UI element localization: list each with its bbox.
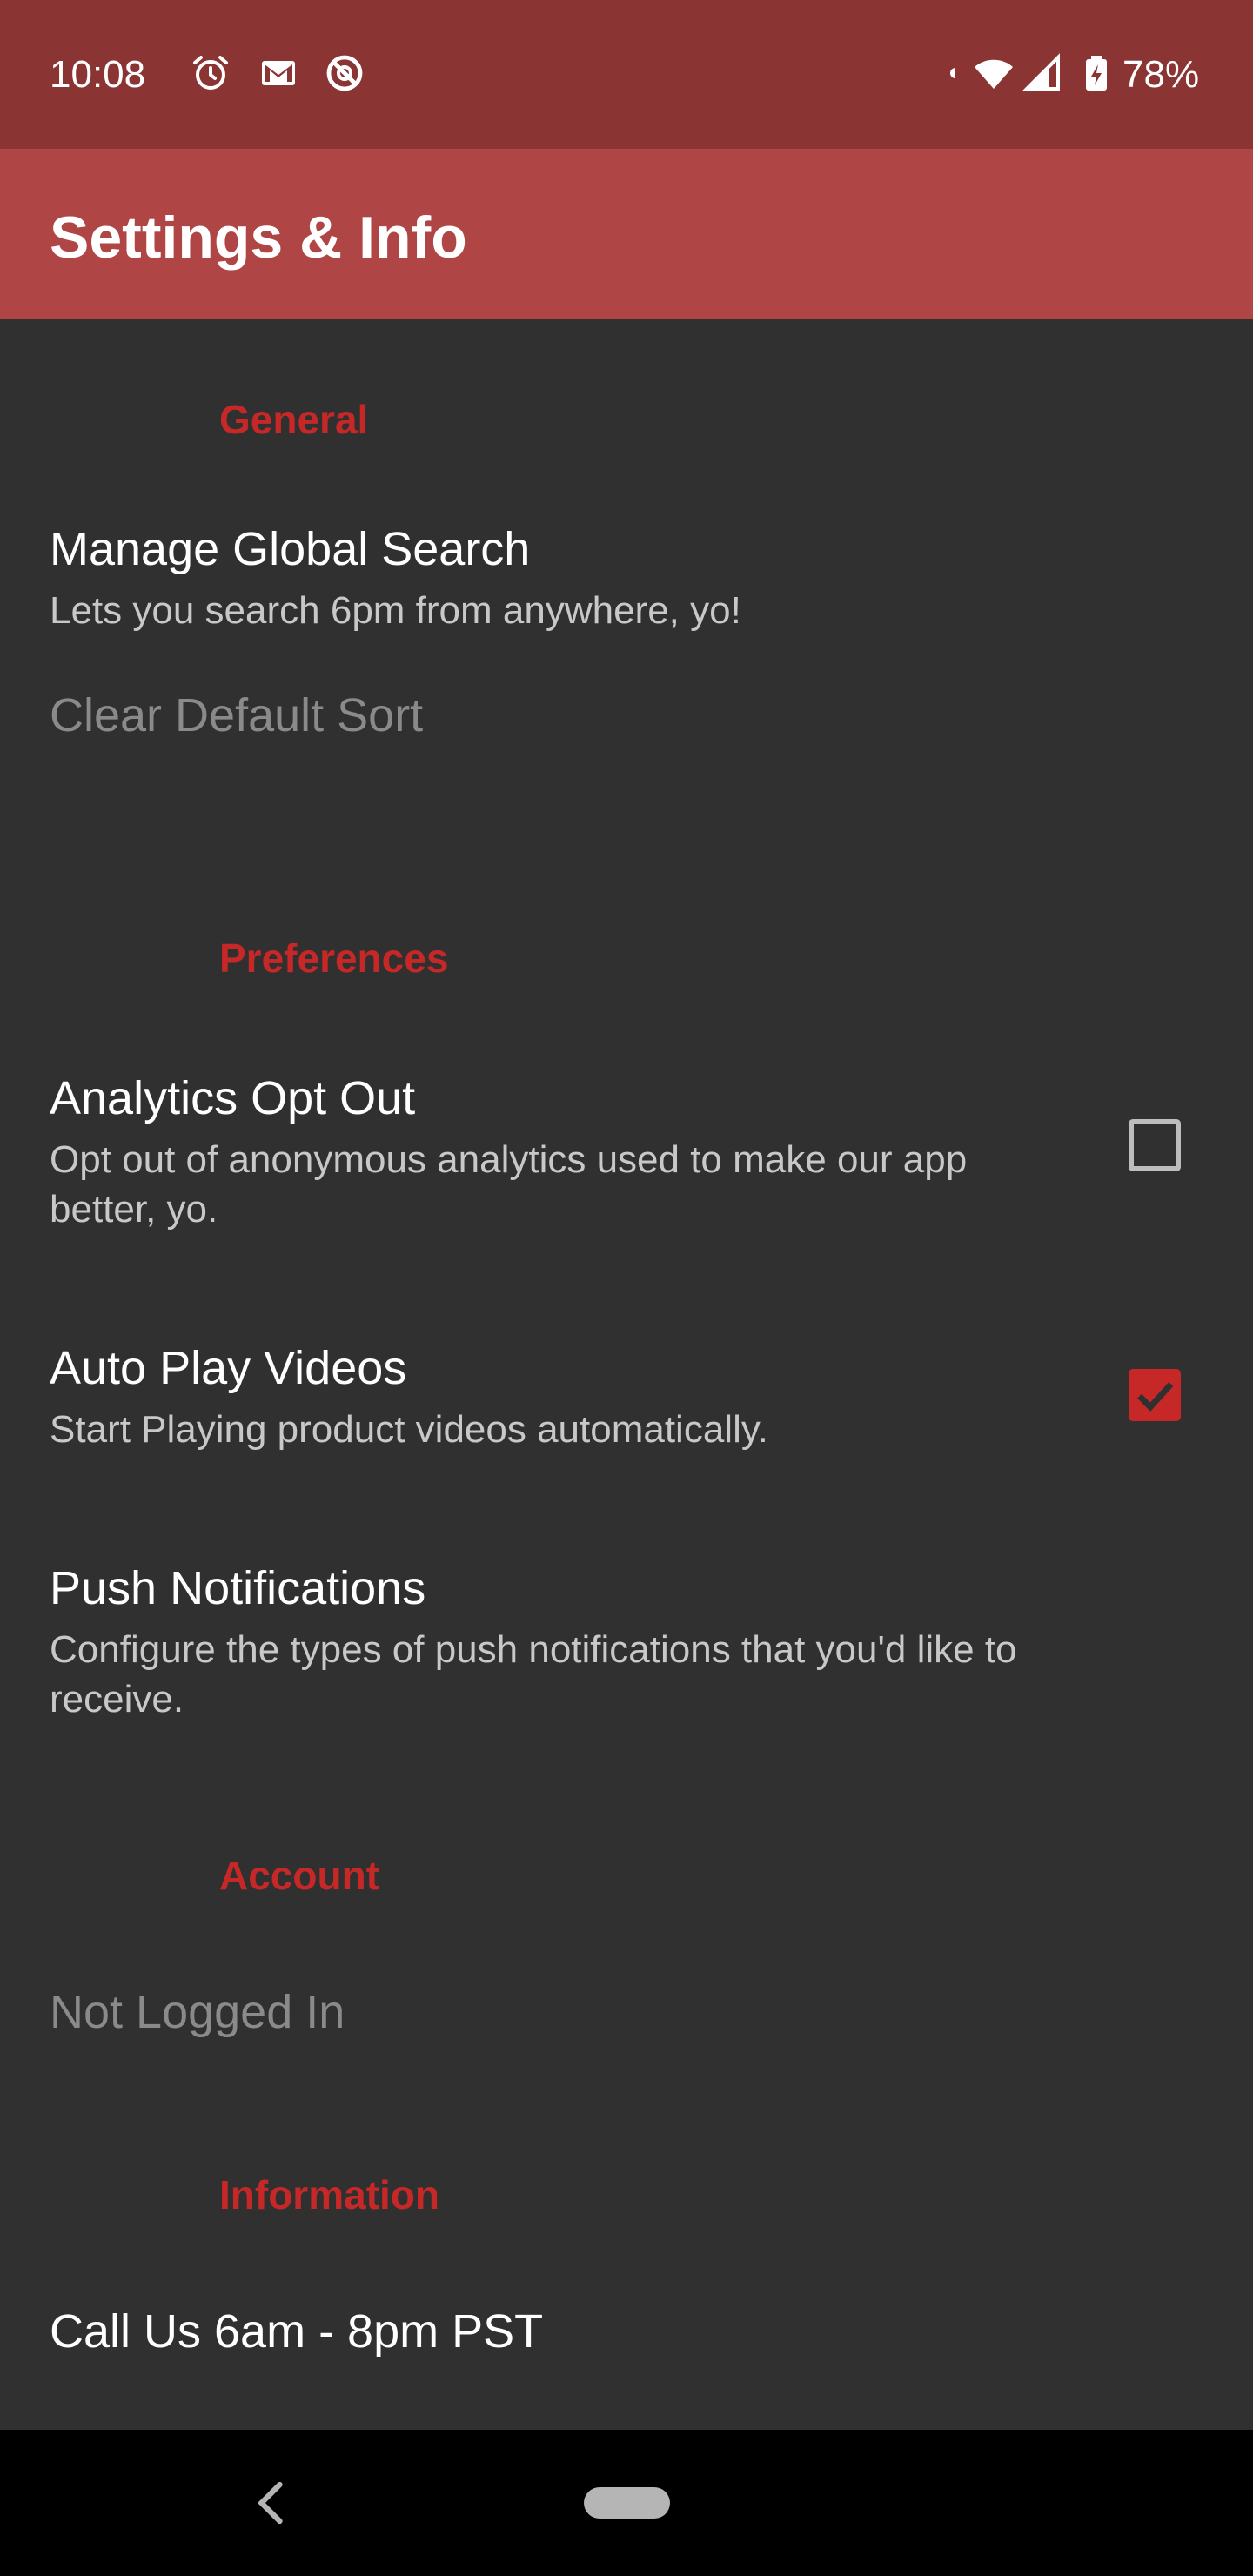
analytics-opt-out-summary: Opt out of anonymous analytics used to m… [50,1138,968,1231]
back-chevron-icon[interactable] [252,2479,289,2527]
gmail-icon [262,61,295,85]
analytics-opt-out-title: Analytics Opt Out [50,1072,416,1124]
category-account-header: Account [219,1853,379,1898]
clear-default-sort-title: Clear Default Sort [50,689,424,741]
status-time: 10:08 [50,53,146,96]
battery-charging-icon [1086,56,1107,91]
not-logged-in-item[interactable]: Not Logged In [0,1943,1253,2074]
battery-percent: 78% [1122,53,1200,96]
push-notifications-summary: Configure the types of push notification… [50,1628,1017,1721]
app-bar: Settings & Info [0,149,1253,319]
auto-play-videos-summary: Start Playing product videos automatical… [50,1408,768,1451]
status-bar: 10:08 78% [0,0,1253,149]
manage-global-search-summary: Lets you search 6pm from anywhere, yo! [50,589,741,632]
call-us-title: Call Us 6am - 8pm PST [50,2305,544,2358]
page-title: Settings & Info [50,205,467,271]
notification-dot-icon [950,68,955,78]
push-notifications-title: Push Notifications [50,1562,426,1614]
manage-global-search-title: Manage Global Search [50,523,531,575]
do-not-disturb-icon [326,55,363,91]
checkmark-icon [1137,1382,1174,1412]
clear-default-sort-item[interactable]: Clear Default Sort [0,647,1253,777]
settings-list[interactable]: General Manage Global Search Lets you se… [0,319,1253,2430]
category-information-header: Information [219,2172,439,2217]
push-notifications-item[interactable]: Push Notifications Configure the types o… [0,1513,1253,1774]
home-pill-button[interactable] [584,2487,670,2519]
auto-play-videos-item[interactable]: Auto Play Videos Start Playing product v… [0,1287,1253,1513]
cell-signal-icon [1022,53,1060,91]
category-preferences-header: Preferences [219,936,449,981]
wifi-icon [975,59,1013,89]
manage-global-search-item[interactable]: Manage Global Search Lets you search 6pm… [0,487,1253,647]
alarm-icon [193,56,228,90]
analytics-opt-out-item[interactable]: Analytics Opt Out Opt out of anonymous a… [0,1026,1253,1287]
auto-play-videos-checkbox[interactable] [1129,1369,1181,1421]
analytics-opt-out-checkbox[interactable] [1129,1119,1181,1171]
category-general-header: General [219,397,369,442]
call-us-item[interactable]: Call Us 6am - 8pm PST [0,2263,1253,2393]
auto-play-videos-title: Auto Play Videos [50,1342,407,1394]
not-logged-in-title: Not Logged In [50,1986,345,2038]
